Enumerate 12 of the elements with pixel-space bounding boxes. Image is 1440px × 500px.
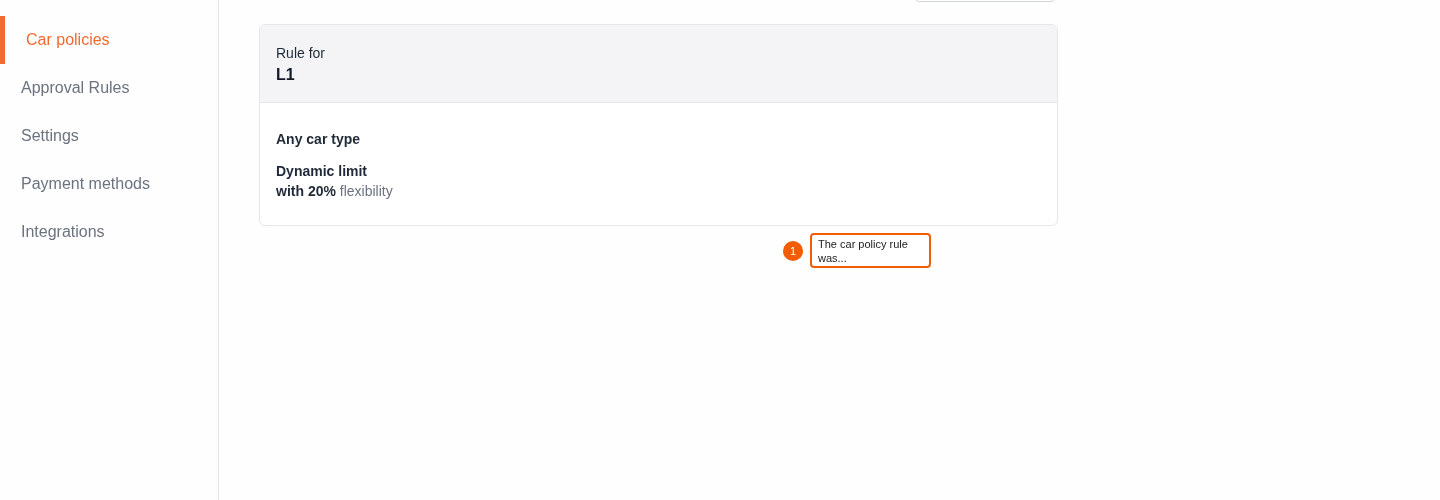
limit-detail: with 20% flexibility [276,182,394,201]
car-type-text: Any car type [276,130,362,149]
limit-title: Dynamic limit [276,162,369,181]
annotation-badge: 1 [783,241,803,261]
sidebar-item[interactable]: Payment methods [0,160,218,208]
sidebar-item[interactable]: Integrations [0,208,218,256]
sidebar-item[interactable]: Approval Rules [0,64,218,112]
header-label: Rule for [276,44,327,63]
sidebar-item[interactable]: Car policies [0,16,218,64]
annotation-callout: The car policy rule was... [810,233,931,268]
sidebar-item[interactable]: Settings [0,112,218,160]
header-value: L1 [276,65,296,85]
